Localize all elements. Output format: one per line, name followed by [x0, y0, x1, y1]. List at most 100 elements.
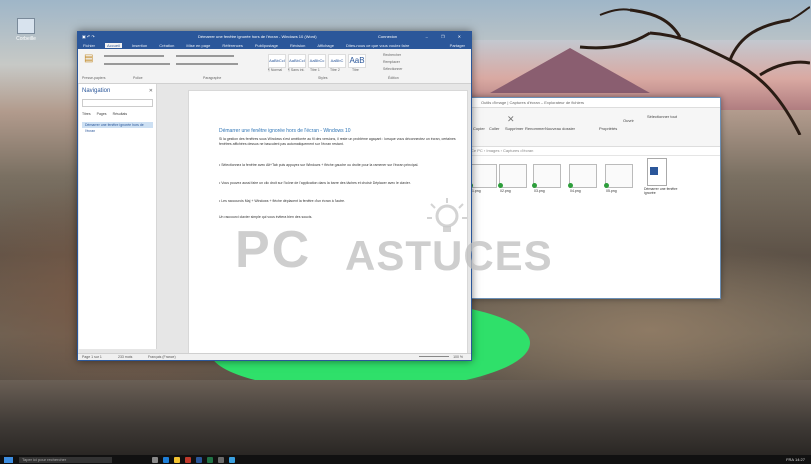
file-thumbnail[interactable]: 01.png: [468, 164, 497, 193]
file-thumbnail[interactable]: 04.png: [568, 164, 597, 193]
word-titlebar: ▣ ↶ ↷ Démarrer une fenêtre ignorée hors …: [78, 32, 471, 41]
navigation-title: Navigation: [82, 88, 111, 94]
style-name: ¶ Sans int.: [288, 68, 305, 72]
check-icon: [498, 183, 503, 188]
app-icon[interactable]: [185, 456, 191, 463]
group-styles: Styles: [318, 76, 328, 80]
file-thumbnail[interactable]: 02.png: [498, 164, 527, 193]
style-title[interactable]: AaB: [348, 54, 366, 68]
watermark-astuces: ASTUCES: [345, 232, 553, 279]
nav-tab-pages[interactable]: Pages: [97, 112, 107, 116]
ribbon-delete[interactable]: Supprimer: [505, 126, 523, 131]
start-button[interactable]: [4, 456, 13, 463]
status-language[interactable]: Français (France): [148, 354, 176, 360]
style-name: ¶ Normal: [268, 68, 283, 72]
watermark-pc: PC: [235, 221, 312, 279]
word-file-icon: [650, 167, 658, 175]
nav-tab-headings[interactable]: Titres: [82, 112, 91, 116]
style-heading-1[interactable]: AaBbCc: [308, 54, 326, 68]
tab-references[interactable]: Références: [220, 43, 244, 48]
ribbon-properties[interactable]: Propriétés: [599, 126, 617, 131]
paste-icon[interactable]: ▤: [84, 53, 93, 64]
ribbon-new-folder[interactable]: Nouveau dossier: [545, 126, 575, 131]
check-icon: [532, 183, 537, 188]
recycle-bin-icon[interactable]: Corbeille: [12, 18, 40, 42]
tab-layout[interactable]: Mise en page: [184, 43, 212, 48]
status-words: 233 mots: [118, 355, 133, 359]
tab-design[interactable]: Création: [157, 43, 176, 48]
edge-icon[interactable]: [163, 456, 169, 463]
alignment-controls[interactable]: [176, 63, 238, 65]
status-bar: Page 1 sur 1 233 mots Français (France) …: [78, 353, 471, 360]
user-signin[interactable]: Connexion: [378, 32, 397, 41]
ribbon-copy[interactable]: Copier: [473, 126, 485, 131]
recycle-bin-glyph: [17, 18, 35, 34]
tab-mailings[interactable]: Publipostage: [253, 43, 280, 48]
style-no-spacing[interactable]: AaBbCcI: [288, 54, 306, 68]
zoom-level[interactable]: 100 %: [453, 354, 463, 360]
explorer-ribbon: Copier Coller ✕ Supprimer Renommer Nouve…: [467, 108, 720, 147]
check-icon: [568, 183, 573, 188]
style-heading-2[interactable]: AaBbC: [328, 54, 346, 68]
explorer-thumbnails: 01.png 02.png 03.png 04.png 05.png Démar…: [467, 158, 720, 218]
zoom-slider[interactable]: [419, 356, 449, 357]
word-window[interactable]: ▣ ↶ ↷ Démarrer une fenêtre ignorée hors …: [77, 31, 472, 361]
group-paragraph: Paragraphe: [203, 76, 222, 80]
app-icon[interactable]: [229, 456, 235, 463]
font-format-controls[interactable]: [104, 63, 170, 65]
tell-me-search[interactable]: Dites-nous ce que vous voulez faire: [344, 43, 411, 48]
style-name: Titre 1: [310, 68, 320, 72]
close-icon[interactable]: ✕: [149, 88, 153, 94]
recycle-bin-label: Corbeille: [16, 36, 36, 42]
share-button[interactable]: Partager: [448, 43, 467, 48]
file-name: 04.png: [570, 189, 581, 193]
document-paragraph: • Sélectionnez la fenêtre avec Alt+Tab p…: [219, 163, 419, 167]
navigation-pane: Navigation ✕ Titres Pages Résultats Déma…: [79, 84, 157, 349]
explorer-title: Outils d'image | Captures d'écran – Expl…: [467, 98, 720, 108]
folder-icon[interactable]: [174, 456, 180, 463]
find-button[interactable]: Rechercher: [383, 53, 401, 57]
system-tray[interactable]: FRA 14:27: [786, 457, 805, 462]
nav-heading-item[interactable]: Démarrer une fenêtre ignorée hors de l'é…: [82, 122, 153, 133]
ribbon-paste[interactable]: Coller: [489, 126, 499, 131]
file-name: 02.png: [500, 189, 511, 193]
ribbon-open[interactable]: Ouvrir: [623, 118, 634, 123]
app-icon[interactable]: [218, 456, 224, 463]
excel-icon[interactable]: [207, 456, 213, 463]
taskbar-search-input[interactable]: Taper ici pour rechercher: [19, 456, 112, 463]
ribbon-rename[interactable]: Renommer: [525, 126, 545, 131]
pcastuces-watermark: PC ASTUCES: [235, 220, 615, 290]
paragraph-controls[interactable]: [176, 55, 234, 57]
select-button[interactable]: Sélectionner: [383, 67, 402, 71]
nav-tab-results[interactable]: Résultats: [113, 112, 128, 116]
tab-view[interactable]: Affichage: [315, 43, 336, 48]
document-paragraph: • Les raccourcis Maj + Windows + flèche …: [219, 199, 346, 203]
group-clipboard: Presse-papiers: [82, 76, 106, 80]
style-normal[interactable]: AaBbCcI: [268, 54, 286, 68]
delete-icon[interactable]: ✕: [507, 114, 515, 125]
window-controls[interactable]: – ❐ ✕: [426, 32, 467, 41]
navigation-search-input[interactable]: [82, 99, 153, 107]
save-icon[interactable]: ▣ ↶ ↷: [82, 32, 95, 41]
word-file-thumbnail[interactable]: Démarrer une fenêtre ignorée: [644, 158, 677, 195]
ribbon-select-all[interactable]: Sélectionner tout: [647, 114, 677, 119]
explorer-address-bar[interactable]: Ce PC › Images › Captures d'écran: [467, 147, 720, 156]
word-icon[interactable]: [196, 456, 202, 463]
task-view-icon[interactable]: [152, 456, 158, 463]
check-icon: [604, 183, 609, 188]
style-name: Titre: [352, 68, 359, 72]
status-page: Page 1 sur 1: [82, 355, 102, 359]
tab-review[interactable]: Révision: [288, 43, 307, 48]
tab-file[interactable]: Fichier: [81, 43, 97, 48]
font-controls[interactable]: [104, 55, 164, 57]
tab-insert[interactable]: Insertion: [130, 43, 149, 48]
taskbar: Taper ici pour rechercher FRA 14:27: [0, 455, 811, 464]
document-title: Démarrer une fenêtre ignorée hors de l'é…: [219, 128, 351, 134]
tab-home[interactable]: Accueil: [105, 42, 122, 48]
style-name: Titre 2: [330, 68, 340, 72]
rocks: [0, 380, 811, 455]
replace-button[interactable]: Remplacer: [383, 60, 400, 64]
file-thumbnail[interactable]: 05.png: [604, 164, 633, 193]
file-thumbnail[interactable]: 03.png: [532, 164, 561, 193]
document-paragraph: • Vous pouvez aussi faire un clic droit …: [219, 181, 411, 185]
